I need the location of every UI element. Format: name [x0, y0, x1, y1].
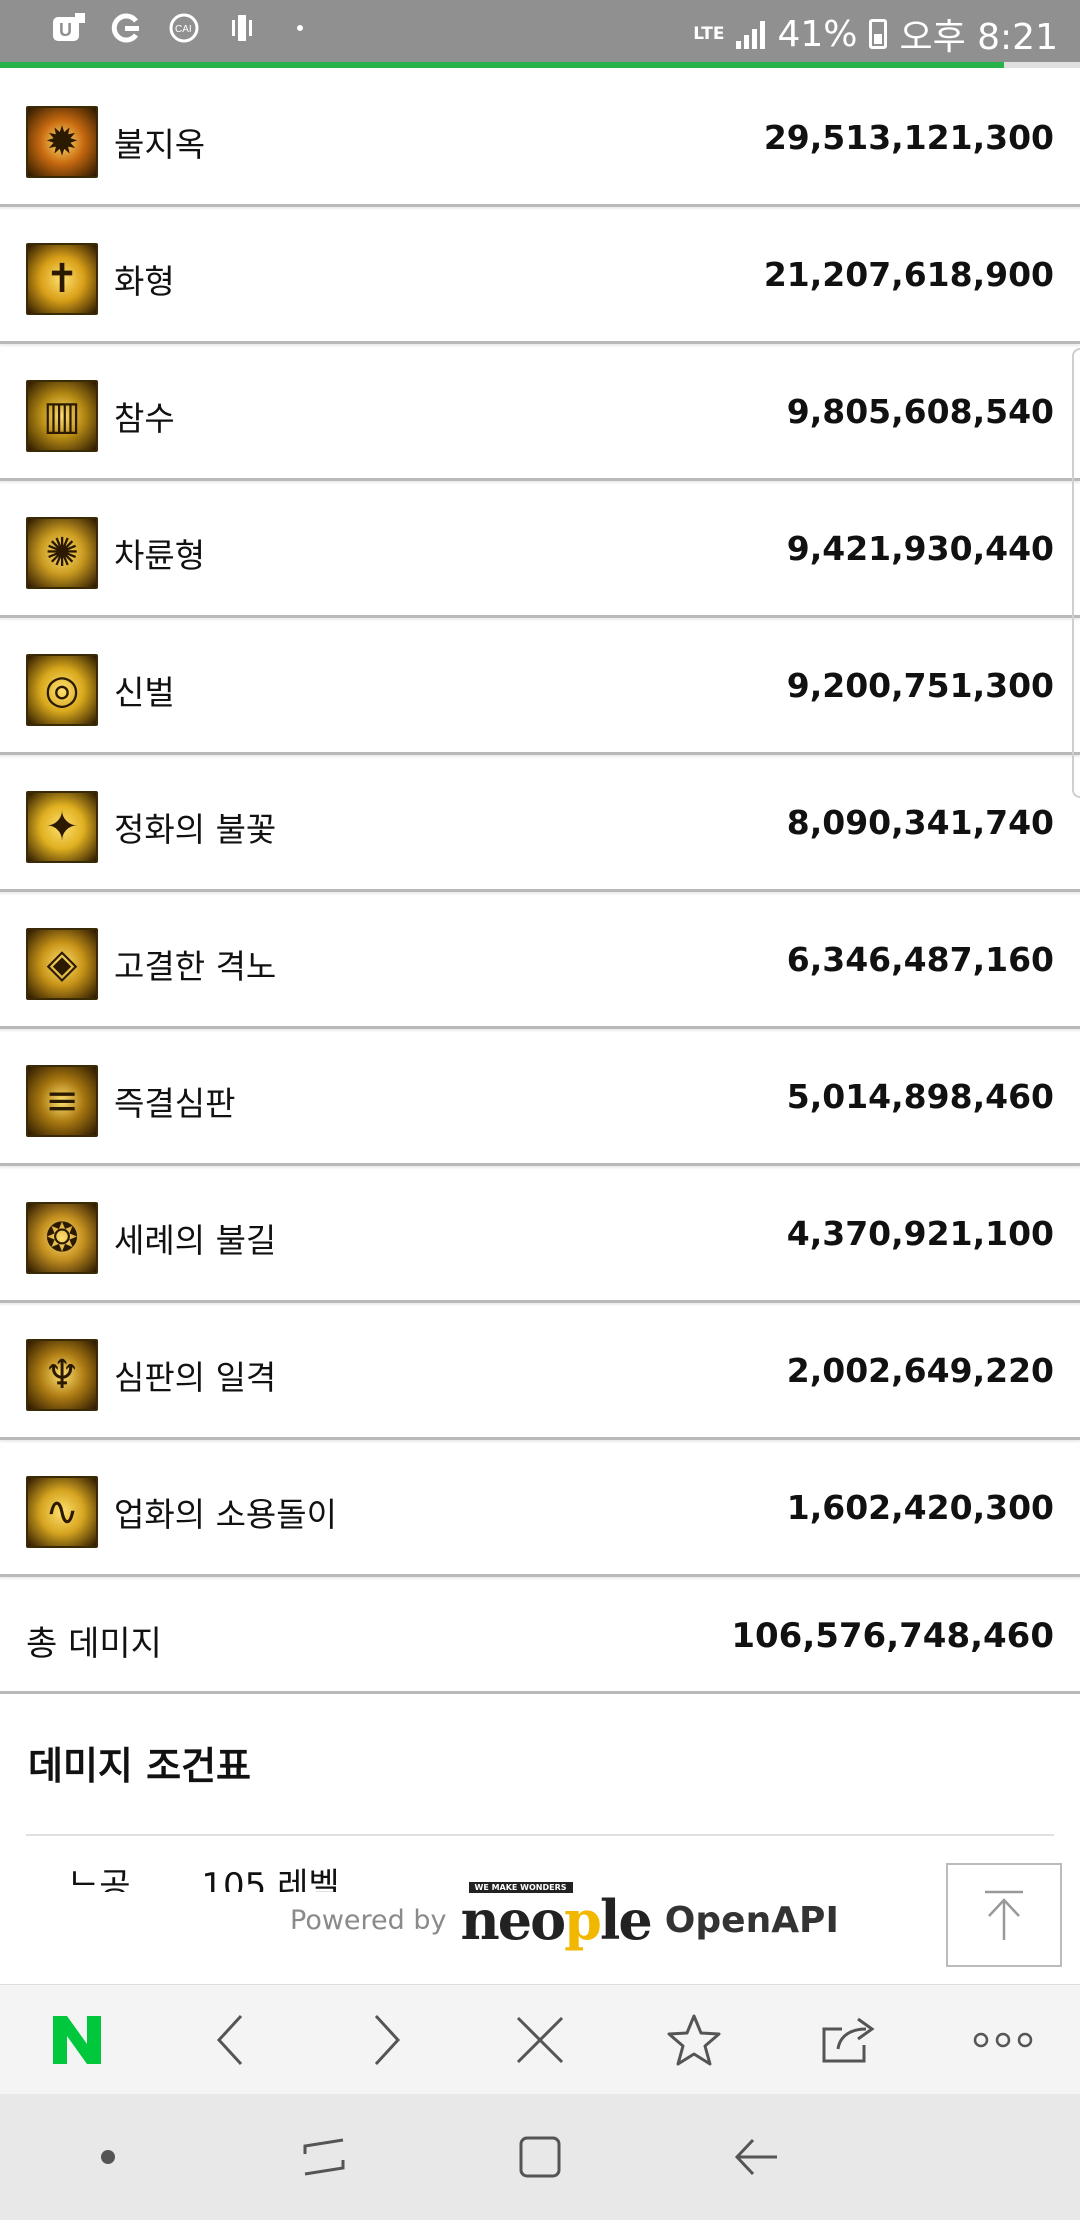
- page-load-progress-fill: [0, 62, 1005, 68]
- forward-icon[interactable]: [341, 1995, 431, 2085]
- scroll-to-top-button[interactable]: [946, 1863, 1062, 1967]
- total-damage-value: 106,576,748,460: [731, 1616, 1054, 1656]
- skill-row: ✹ 불지옥 29,513,121,300: [0, 74, 1080, 207]
- skill-row: ✺ 차륜형 9,421,930,440: [0, 485, 1080, 618]
- neople-brand: neople: [460, 1888, 653, 1952]
- dot-icon: [282, 10, 318, 46]
- recent-apps-icon[interactable]: [279, 2112, 369, 2202]
- skill-row: ✝ 화형 21,207,618,900: [0, 211, 1080, 344]
- skill-name: 참수: [114, 399, 175, 438]
- u-plus-icon: U: [50, 10, 86, 46]
- skill-name: 화형: [114, 262, 175, 301]
- skill-name: 신벌: [114, 673, 175, 712]
- naver-n-icon[interactable]: [32, 1995, 122, 2085]
- vibrate-icon: [224, 10, 260, 46]
- condition-label: 느공: [68, 1866, 131, 1892]
- skill-row: ♆ 심판의 일격 2,002,649,220: [0, 1307, 1080, 1440]
- divine-swirl-skill-icon: ◎: [26, 654, 98, 726]
- skill-name: 업화의 소용돌이: [114, 1495, 338, 1534]
- damage-conditions-title: 데미지 조건표: [28, 1744, 251, 1788]
- bookmark-star-icon[interactable]: [649, 1995, 739, 2085]
- battery-icon: [869, 19, 888, 49]
- powered-by-banner[interactable]: Powered by WE MAKE WONDERS neople OpenAP…: [290, 1882, 839, 1952]
- guillotine-skill-icon: ▥: [26, 380, 98, 452]
- neople-tagline: WE MAKE WONDERS: [468, 1882, 573, 1893]
- skill-name: 즉결심판: [114, 1084, 236, 1123]
- network-type: LTE: [693, 24, 725, 44]
- back-icon[interactable]: [711, 2112, 801, 2202]
- skill-row: ▥ 참수 9,805,608,540: [0, 348, 1080, 481]
- skill-damage-value: 1,602,420,300: [786, 1488, 1054, 1527]
- skill-name: 고결한 격노: [114, 947, 277, 986]
- summary-judgment-skill-icon: ≡: [26, 1065, 98, 1137]
- skill-row: ∿ 업화의 소용돌이 1,602,420,300: [0, 1444, 1080, 1577]
- browser-toolbar: [0, 1984, 1080, 2094]
- condition-row: 느공 105 레벨: [68, 1858, 468, 1892]
- skill-name: 차륜형: [114, 536, 206, 575]
- skill-row: ✦ 정화의 불꽃 8,090,341,740: [0, 759, 1080, 892]
- total-damage-label: 총 데미지: [26, 1624, 162, 1664]
- skill-damage-list: ✹ 불지옥 29,513,121,300 ✝ 화형 21,207,618,900 ▥ 참수 9,…: [0, 74, 1080, 1581]
- noble-fury-skill-icon: ◈: [26, 928, 98, 1000]
- skill-damage-value: 9,805,608,540: [786, 392, 1054, 431]
- skill-damage-value: 9,421,930,440: [786, 529, 1054, 568]
- skill-damage-value: 8,090,341,740: [786, 803, 1054, 842]
- svg-text:U: U: [59, 20, 72, 40]
- powered-by-text: Powered by: [290, 1904, 447, 1936]
- burning-cross-skill-icon: ✝: [26, 243, 98, 315]
- status-bar: U CAI LTE 41% 오후 8:21: [0, 0, 1080, 62]
- home-icon[interactable]: [495, 2112, 585, 2202]
- wheel-skill-icon: ✺: [26, 517, 98, 589]
- more-icon[interactable]: [958, 1995, 1048, 2085]
- skill-name: 정화의 불꽃: [114, 810, 277, 849]
- g-icon: [108, 10, 144, 46]
- share-icon[interactable]: [804, 1995, 894, 2085]
- back-icon[interactable]: [186, 1995, 276, 2085]
- svg-text:CAI: CAI: [175, 24, 192, 35]
- skill-name: 세례의 불길: [114, 1221, 277, 1260]
- skill-damage-value: 2,002,649,220: [786, 1351, 1054, 1390]
- skill-damage-value: 5,014,898,460: [786, 1077, 1054, 1116]
- skill-row: ❂ 세례의 불길 4,370,921,100: [0, 1170, 1080, 1303]
- signal-icon: [736, 19, 766, 49]
- scroll-handle[interactable]: [1072, 348, 1080, 798]
- arrow-up-icon: [985, 1890, 1023, 1940]
- battery-percent: 41%: [777, 13, 858, 55]
- judgment-strike-skill-icon: ♆: [26, 1339, 98, 1411]
- skill-row: ≡ 즉결심판 5,014,898,460: [0, 1033, 1080, 1166]
- hellfire-vortex-skill-icon: ∿: [26, 1476, 98, 1548]
- total-damage-row: 총 데미지 106,576,748,460: [0, 1578, 1080, 1694]
- clock: 오후 8:21: [899, 17, 1058, 58]
- system-nav-bar: [0, 2094, 1080, 2220]
- skill-row: ◈ 고결한 격노 6,346,487,160: [0, 896, 1080, 1029]
- skill-damage-value: 9,200,751,300: [786, 666, 1054, 705]
- close-icon[interactable]: [495, 1995, 585, 2085]
- hellfire-skill-icon: ✹: [26, 106, 98, 178]
- divider: [26, 1834, 1054, 1836]
- nav-dot-icon[interactable]: [63, 2112, 153, 2202]
- baptism-flame-skill-icon: ❂: [26, 1202, 98, 1274]
- purifying-flame-skill-icon: ✦: [26, 791, 98, 863]
- neople-logo: WE MAKE WONDERS neople: [460, 1882, 653, 1952]
- skill-damage-value: 29,513,121,300: [763, 118, 1054, 157]
- skill-damage-value: 4,370,921,100: [786, 1214, 1054, 1253]
- cai-icon: CAI: [166, 10, 202, 46]
- skill-row: ◎ 신벌 9,200,751,300: [0, 622, 1080, 755]
- skill-damage-value: 6,346,487,160: [786, 940, 1054, 979]
- skill-name: 불지옥: [114, 125, 206, 164]
- page-load-progress: [0, 62, 1080, 68]
- openapi-text: OpenAPI: [664, 1899, 839, 1941]
- skill-name: 심판의 일격: [114, 1358, 277, 1397]
- skill-damage-value: 21,207,618,900: [763, 255, 1054, 294]
